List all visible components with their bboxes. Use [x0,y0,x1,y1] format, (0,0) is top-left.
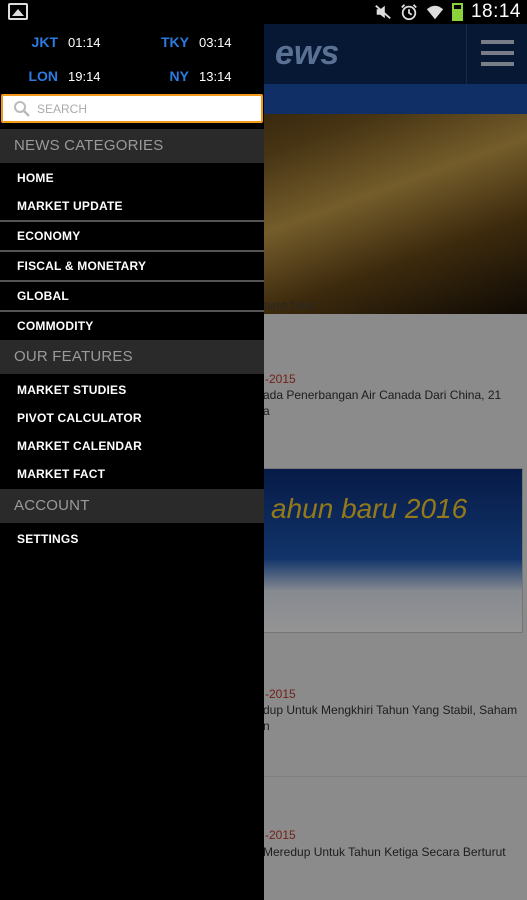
battery-icon [451,3,463,21]
world-clocks: JKT 01:14 TKY 03:14 LON 19:14 NY 13:14 [0,24,264,92]
menu-item-commodity[interactable]: COMMODITY [0,319,264,333]
section-our-features: OUR FEATURES [0,340,264,374]
menu-item-market-calendar[interactable]: MARKET CALENDAR [0,439,264,453]
clock-time: 19:14 [68,69,101,84]
menu-item-global[interactable]: GLOBAL [0,289,264,303]
menu-item-pivot-calculator[interactable]: PIVOT CALCULATOR [0,411,264,425]
search-input[interactable] [37,101,237,116]
clock-time: 13:14 [199,69,232,84]
clock-time: 03:14 [199,35,232,50]
menu-divider [0,250,264,252]
section-news-categories: NEWS CATEGORIES [0,129,264,163]
clock-time: 01:14 [68,35,101,50]
search-box[interactable] [1,94,263,123]
clock-city: NY [169,68,189,84]
menu-item-home[interactable]: HOME [0,171,264,185]
clock-city: LON [28,68,58,84]
menu-divider [0,310,264,312]
status-time: 18:14 [470,1,521,22]
status-bar: 18:14 [0,0,527,24]
menu-item-economy[interactable]: ECONOMY [0,229,264,243]
wifi-icon [426,3,444,21]
clock-city: JKT [31,34,58,50]
alarm-icon [400,3,418,21]
menu-item-settings[interactable]: SETTINGS [0,532,264,546]
menu-divider [0,280,264,282]
gallery-icon [8,3,28,20]
menu-divider [0,220,264,222]
search-icon [14,100,30,117]
clock-lon: LON 19:14 [28,68,101,84]
section-account: ACCOUNT [0,489,264,523]
clock-ny: NY 13:14 [159,68,232,84]
menu-item-market-fact[interactable]: MARKET FACT [0,467,264,481]
navigation-drawer: JKT 01:14 TKY 03:14 LON 19:14 NY 13:14 N… [0,24,264,900]
menu-item-fiscal-monetary[interactable]: FISCAL & MONETARY [0,259,264,273]
clock-tky: TKY 03:14 [159,34,232,50]
clock-city: TKY [161,34,189,50]
clock-jkt: JKT 01:14 [28,34,101,50]
status-icons: 18:14 [374,0,521,24]
mute-icon [374,3,392,21]
menu-item-market-studies[interactable]: MARKET STUDIES [0,383,264,397]
menu-item-market-update[interactable]: MARKET UPDATE [0,199,264,213]
